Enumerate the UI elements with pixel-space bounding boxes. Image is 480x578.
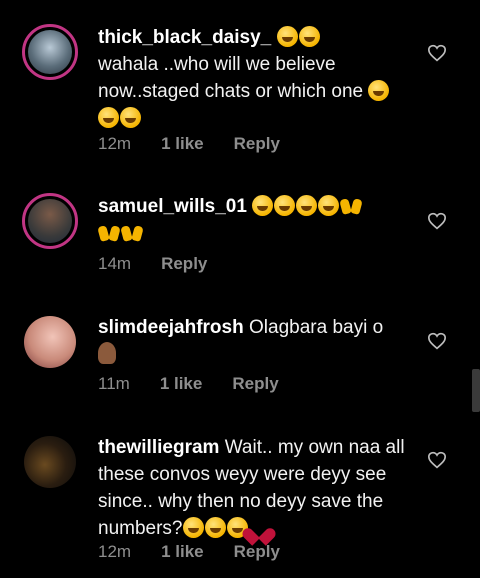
avatar[interactable] (22, 434, 78, 490)
avatar[interactable] (22, 314, 78, 370)
person-emoji-icon (98, 342, 116, 364)
comment-time: 14m (98, 254, 132, 273)
comment-meta: 14m Reply (98, 254, 237, 274)
laughing-emoji-icon (298, 26, 320, 47)
comment-time: 11m (98, 374, 130, 393)
laughing-emoji-icon (296, 195, 318, 216)
comment-username[interactable]: thick_black_daisy_ (98, 27, 271, 48)
reply-button[interactable]: Reply (232, 374, 278, 394)
comment-body: thick_black_daisy_ wahala ..who will we … (98, 24, 408, 132)
laughing-emoji-icon (252, 195, 274, 216)
raised-hands-icon (340, 195, 362, 216)
reply-button[interactable]: Reply (161, 254, 207, 274)
comment-text: wahala ..who will we believe now..staged… (98, 54, 364, 102)
raised-hands-icon (121, 222, 143, 243)
comment-time: 12m (98, 542, 132, 561)
comment-meta: 12m 1 like Reply (98, 134, 310, 154)
like-heart-icon[interactable] (427, 451, 447, 469)
comment-time: 12m (98, 134, 132, 153)
comment-meta: 11m 1 like Reply (98, 374, 309, 394)
laughing-emoji-icon (368, 80, 390, 101)
avatar[interactable] (22, 24, 78, 80)
like-heart-icon[interactable] (427, 212, 447, 230)
comment-likes[interactable]: 1 like (160, 374, 203, 394)
comment-meta: 12m 1 like Reply (98, 542, 310, 562)
avatar[interactable] (22, 193, 78, 249)
like-heart-icon[interactable] (427, 332, 447, 350)
broken-heart-icon (249, 520, 269, 538)
laughing-emoji-icon (120, 107, 141, 128)
comment-body: slimdeejahfrosh Olagbara bayi o (98, 314, 408, 368)
comment-username[interactable]: slimdeejahfrosh (98, 317, 244, 338)
comment-likes[interactable]: 1 like (161, 542, 204, 562)
reply-button[interactable]: Reply (234, 542, 280, 562)
scrollbar-thumb[interactable] (472, 369, 480, 412)
like-heart-icon[interactable] (427, 44, 447, 62)
laughing-emoji-icon (204, 517, 226, 538)
laughing-emoji-icon (98, 107, 119, 128)
comment-username[interactable]: thewilliegram (98, 437, 219, 458)
laughing-emoji-icon (318, 195, 340, 216)
comment-body: thewilliegram Wait.. my own naa all thes… (98, 434, 418, 542)
comment-username[interactable]: samuel_wills_01 (98, 196, 247, 217)
laughing-emoji-icon (274, 195, 296, 216)
raised-hands-icon (98, 222, 120, 243)
laughing-emoji-icon (182, 517, 204, 538)
comment-text: Olagbara bayi o (249, 317, 384, 338)
laughing-emoji-icon (276, 26, 298, 47)
comment-body: samuel_wills_01 (98, 193, 408, 247)
comment-likes[interactable]: 1 like (161, 134, 204, 154)
reply-button[interactable]: Reply (234, 134, 280, 154)
